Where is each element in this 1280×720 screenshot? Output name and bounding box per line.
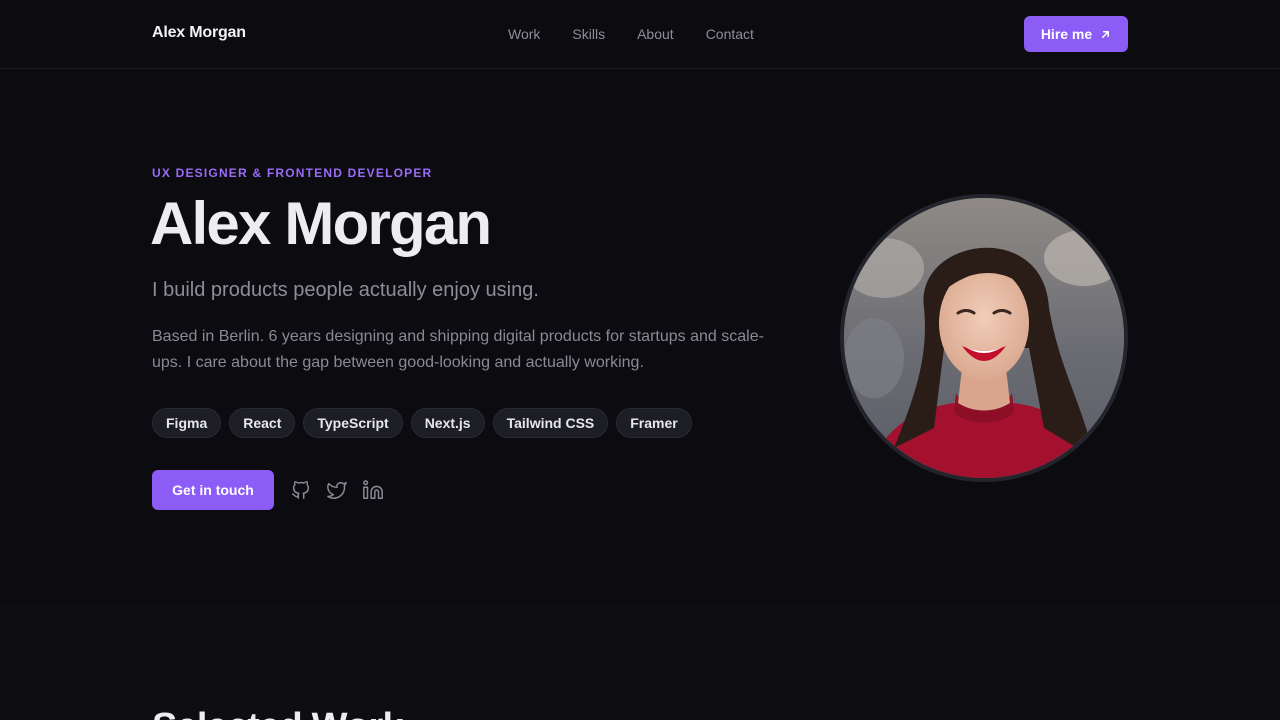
hero-kicker: UX DESIGNER & FRONTEND DEVELOPER	[152, 166, 433, 180]
cta-row: Get in touch	[152, 470, 384, 510]
linkedin-icon[interactable]	[362, 479, 384, 501]
nav-links: Work Skills About Contact	[508, 26, 754, 42]
github-icon[interactable]	[290, 479, 312, 501]
skill-chip-typescript: TypeScript	[303, 408, 403, 438]
hire-me-label: Hire me	[1040, 26, 1093, 42]
nav-link-about[interactable]: About	[637, 26, 674, 42]
twitter-icon[interactable]	[326, 479, 348, 501]
skill-chip-tailwind: Tailwind CSS	[492, 408, 609, 438]
skill-chip-nextjs: Next.js	[410, 408, 485, 438]
skill-chip-framer: Framer	[616, 408, 692, 438]
selected-work-section: Selected Work	[0, 604, 1280, 720]
nav-link-contact[interactable]: Contact	[706, 26, 754, 42]
hero-title: Alex Morgan	[150, 190, 492, 257]
social-links	[290, 479, 384, 501]
hero-tagline: I build products people actually enjoy u…	[152, 279, 539, 301]
top-nav: Alex Morgan Work Skills About Contact Hi…	[0, 0, 1280, 69]
hero-bio: Based in Berlin. 6 years designing and s…	[152, 328, 764, 371]
skill-chip-figma: Figma	[152, 408, 222, 438]
profile-photo	[840, 194, 1128, 482]
nav-link-work[interactable]: Work	[508, 26, 540, 42]
selected-work-title: Selected Work	[152, 706, 404, 720]
brand-logo[interactable]: Alex Morgan	[152, 24, 246, 42]
page: Alex Morgan Work Skills About Contact Hi…	[0, 0, 1280, 720]
arrow-up-right-icon	[1102, 30, 1110, 38]
hero-section: UX DESIGNER & FRONTEND DEVELOPER Alex Mo…	[0, 69, 1280, 604]
skill-chips: Figma React TypeScript Next.js Tailwind …	[152, 408, 692, 438]
skill-chip-react: React	[229, 408, 296, 438]
get-in-touch-button[interactable]: Get in touch	[152, 470, 274, 510]
hire-me-button[interactable]: Hire me	[1024, 16, 1128, 52]
nav-link-skills[interactable]: Skills	[572, 26, 605, 42]
